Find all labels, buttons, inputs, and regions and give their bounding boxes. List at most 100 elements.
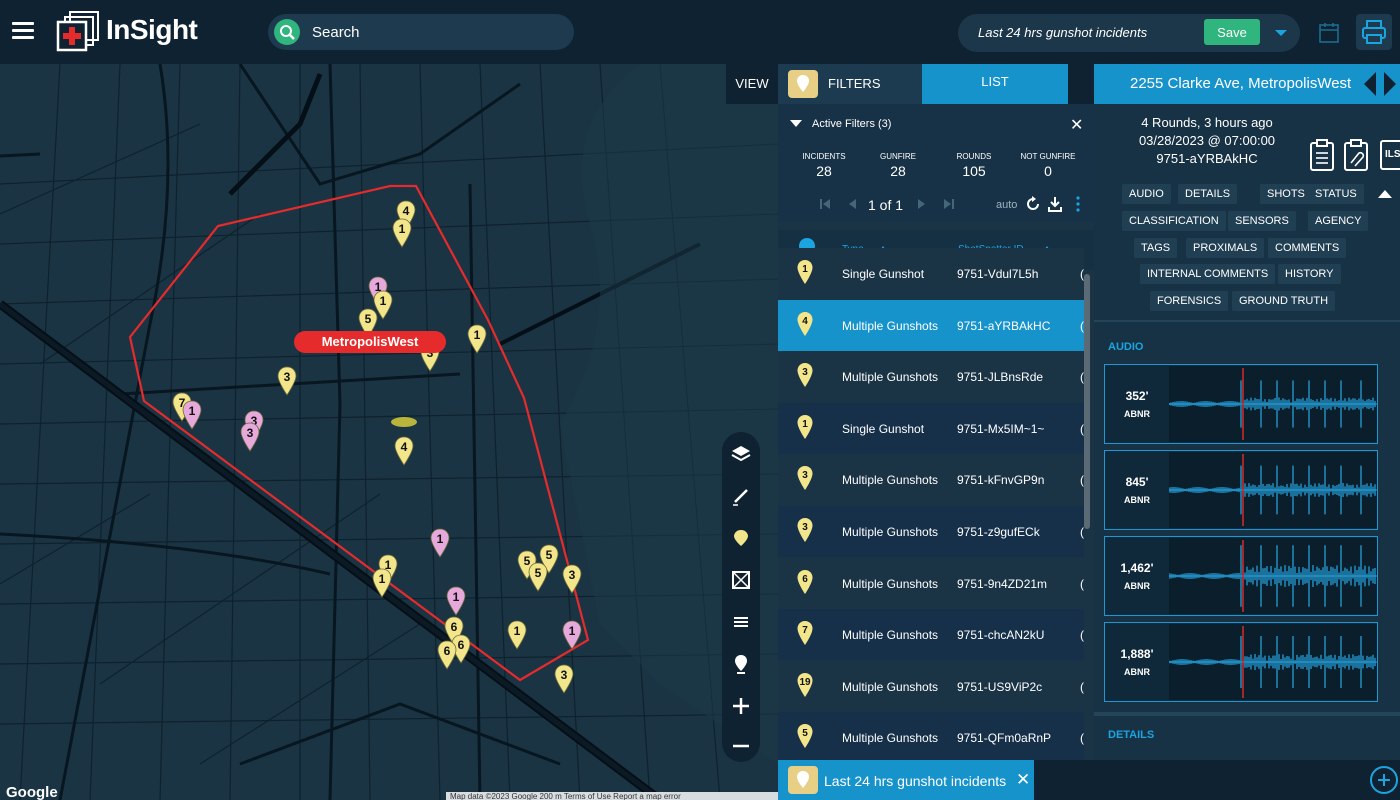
- last-page-icon[interactable]: [942, 197, 956, 211]
- table-row[interactable]: 4 Multiple Gunshots 9751-aYRBAkHC(: [778, 299, 1084, 351]
- audio-clip-card[interactable]: 352' ABNR: [1104, 364, 1378, 444]
- saved-search-box: Last 24 hrs gunshot incidents Save: [958, 14, 1300, 52]
- table-row[interactable]: 1 Single Gunshot 9751-Mx5IM~1~(: [778, 402, 1084, 454]
- first-page-icon[interactable]: [818, 197, 832, 211]
- incident-type: Multiple Gunshots: [842, 679, 939, 694]
- table-row[interactable]: 6 Multiple Gunshots 9751-9n4ZD21m (: [778, 557, 1084, 609]
- filter-pin-icon: [788, 70, 818, 98]
- detail-tab-agency[interactable]: AGENCY: [1308, 211, 1369, 231]
- chevron-down-icon[interactable]: [1268, 20, 1294, 46]
- incident-pin[interactable]: 1: [445, 586, 467, 616]
- pin-rounds-label: 3: [283, 370, 291, 384]
- pin-rounds-label: 1: [436, 532, 444, 546]
- search-icon[interactable]: [274, 19, 300, 45]
- map-streets[interactable]: [0, 64, 778, 800]
- audio-clip-card[interactable]: 845' ABNR: [1104, 450, 1378, 530]
- incident-pin[interactable]: 3: [276, 366, 298, 396]
- detail-tab-history[interactable]: HISTORY: [1278, 264, 1341, 284]
- table-row[interactable]: 19 Multiple Gunshots 9751-US9ViP2c (: [778, 660, 1084, 712]
- table-row[interactable]: 5 Multiple Gunshots 9751-QFm0aRnP (: [778, 712, 1084, 760]
- incident-pin[interactable]: 1: [429, 528, 451, 558]
- close-icon[interactable]: ✕: [1070, 115, 1083, 135]
- detail-tab-shots[interactable]: SHOTS: [1260, 184, 1312, 204]
- incident-pin[interactable]: 3: [553, 664, 575, 694]
- detail-tab-audio[interactable]: AUDIO: [1122, 184, 1171, 204]
- audio-waveform[interactable]: [1168, 452, 1377, 528]
- tab-filters[interactable]: FILTERS: [778, 64, 922, 104]
- incident-pin[interactable]: 4: [393, 436, 415, 466]
- incident-pin[interactable]: 5: [527, 562, 549, 592]
- detail-tab-details[interactable]: DETAILS: [1178, 184, 1238, 204]
- detail-tab-comments[interactable]: COMMENTS: [1268, 238, 1347, 258]
- layers-icon[interactable]: [729, 442, 753, 466]
- active-filters-bar[interactable]: Active Filters (3) ✕: [778, 104, 1094, 144]
- pin-drop-icon[interactable]: [729, 526, 753, 550]
- incident-pin[interactable]: 1: [466, 324, 488, 354]
- audio-clip-card[interactable]: 1,888' ABNR: [1104, 622, 1378, 702]
- save-button[interactable]: Save: [1204, 19, 1260, 45]
- zoom-in-icon[interactable]: [729, 694, 753, 718]
- refresh-mode-label: auto: [996, 199, 1018, 211]
- incident-pin[interactable]: 3: [239, 422, 261, 452]
- list-icon[interactable]: [729, 610, 753, 634]
- clipboard-icon[interactable]: [1308, 138, 1336, 172]
- row-overflow-text: (: [1080, 628, 1084, 643]
- search-input[interactable]: [312, 22, 552, 42]
- audio-clip-card[interactable]: 1,462' ABNR: [1104, 536, 1378, 616]
- incident-pin[interactable]: 3: [561, 564, 583, 594]
- rounds-count: 3: [802, 522, 808, 533]
- audio-waveform[interactable]: [1168, 366, 1377, 442]
- map-view[interactable]: VIEW 411151337133411155531666113 Metropo…: [0, 64, 778, 800]
- ils-badge[interactable]: ILS: [1380, 140, 1400, 170]
- marker-icon[interactable]: [729, 652, 753, 676]
- next-incident-icon[interactable]: [1384, 72, 1396, 96]
- table-row[interactable]: 3 Multiple Gunshots 9751-JLBnsRde(: [778, 351, 1084, 403]
- table-row[interactable]: 7 Multiple Gunshots 9751-chcAN2kU (: [778, 609, 1084, 661]
- audio-waveform[interactable]: [1168, 538, 1377, 614]
- table-row[interactable]: 3 Multiple Gunshots 9751-kFnvGP9n(: [778, 454, 1084, 506]
- incident-type: Multiple Gunshots: [842, 628, 939, 643]
- clipboard-attach-icon[interactable]: [1342, 138, 1370, 172]
- incident-pin[interactable]: 1: [506, 620, 528, 650]
- incident-detail-panel: 2255 Clarke Ave, MetropolisWest 4 Rounds…: [1094, 64, 1400, 760]
- detail-tab-status[interactable]: STATUS: [1308, 184, 1364, 204]
- tab-list[interactable]: LIST: [922, 64, 1068, 104]
- google-logo: Google: [6, 784, 58, 800]
- detail-tab-proximals[interactable]: PROXIMALS: [1186, 238, 1265, 258]
- zoom-out-icon[interactable]: [729, 734, 753, 758]
- saved-search-tab[interactable]: Last 24 hrs gunshot incidents ✕: [778, 760, 1034, 800]
- hamburger-menu-icon[interactable]: [12, 22, 34, 40]
- table-row[interactable]: 1 Single Gunshot 9751-Vdul7L5h(: [778, 248, 1084, 299]
- incident-pin[interactable]: 1: [181, 400, 203, 430]
- calendar-icon[interactable]: [1316, 20, 1342, 46]
- detail-tab-classification[interactable]: CLASSIFICATION: [1122, 211, 1226, 231]
- view-button[interactable]: VIEW: [726, 64, 778, 104]
- map-grid-icon[interactable]: [729, 568, 753, 592]
- detail-tab-ground-truth[interactable]: GROUND TRUTH: [1232, 291, 1336, 311]
- detail-tab-sensors[interactable]: SENSORS: [1228, 211, 1296, 231]
- list-scrollbar[interactable]: [1084, 274, 1090, 529]
- audio-waveform[interactable]: [1168, 624, 1377, 700]
- collapse-up-icon[interactable]: [1378, 190, 1392, 198]
- caret-down-icon[interactable]: [790, 120, 802, 127]
- refresh-icon[interactable]: [1024, 195, 1042, 213]
- detail-tab-internal-comments[interactable]: INTERNAL COMMENTS: [1140, 264, 1276, 284]
- table-row[interactable]: 3 Multiple Gunshots 9751-z9gufECk(: [778, 506, 1084, 557]
- prev-incident-icon[interactable]: [1364, 72, 1376, 96]
- incident-pin[interactable]: 1: [371, 568, 393, 598]
- detail-tab-forensics[interactable]: FORENSICS: [1150, 291, 1229, 311]
- next-page-icon[interactable]: [914, 197, 928, 211]
- print-button[interactable]: [1356, 14, 1392, 50]
- add-tab-icon[interactable]: [1368, 764, 1400, 796]
- detail-tab-tags[interactable]: TAGS: [1134, 238, 1178, 258]
- incident-pin[interactable]: 1: [561, 620, 583, 650]
- search-bar[interactable]: [268, 14, 574, 50]
- incident-pin[interactable]: 1: [391, 218, 413, 248]
- download-icon[interactable]: [1046, 195, 1064, 213]
- draw-pencil-icon[interactable]: [729, 484, 753, 508]
- close-icon[interactable]: ✕: [1016, 770, 1030, 790]
- prev-page-icon[interactable]: [846, 197, 860, 211]
- more-options-icon[interactable]: [1074, 195, 1082, 213]
- map-attribution[interactable]: Map data ©2023 Google 200 m Terms of Use…: [446, 792, 778, 800]
- incident-pin[interactable]: 6: [436, 640, 458, 670]
